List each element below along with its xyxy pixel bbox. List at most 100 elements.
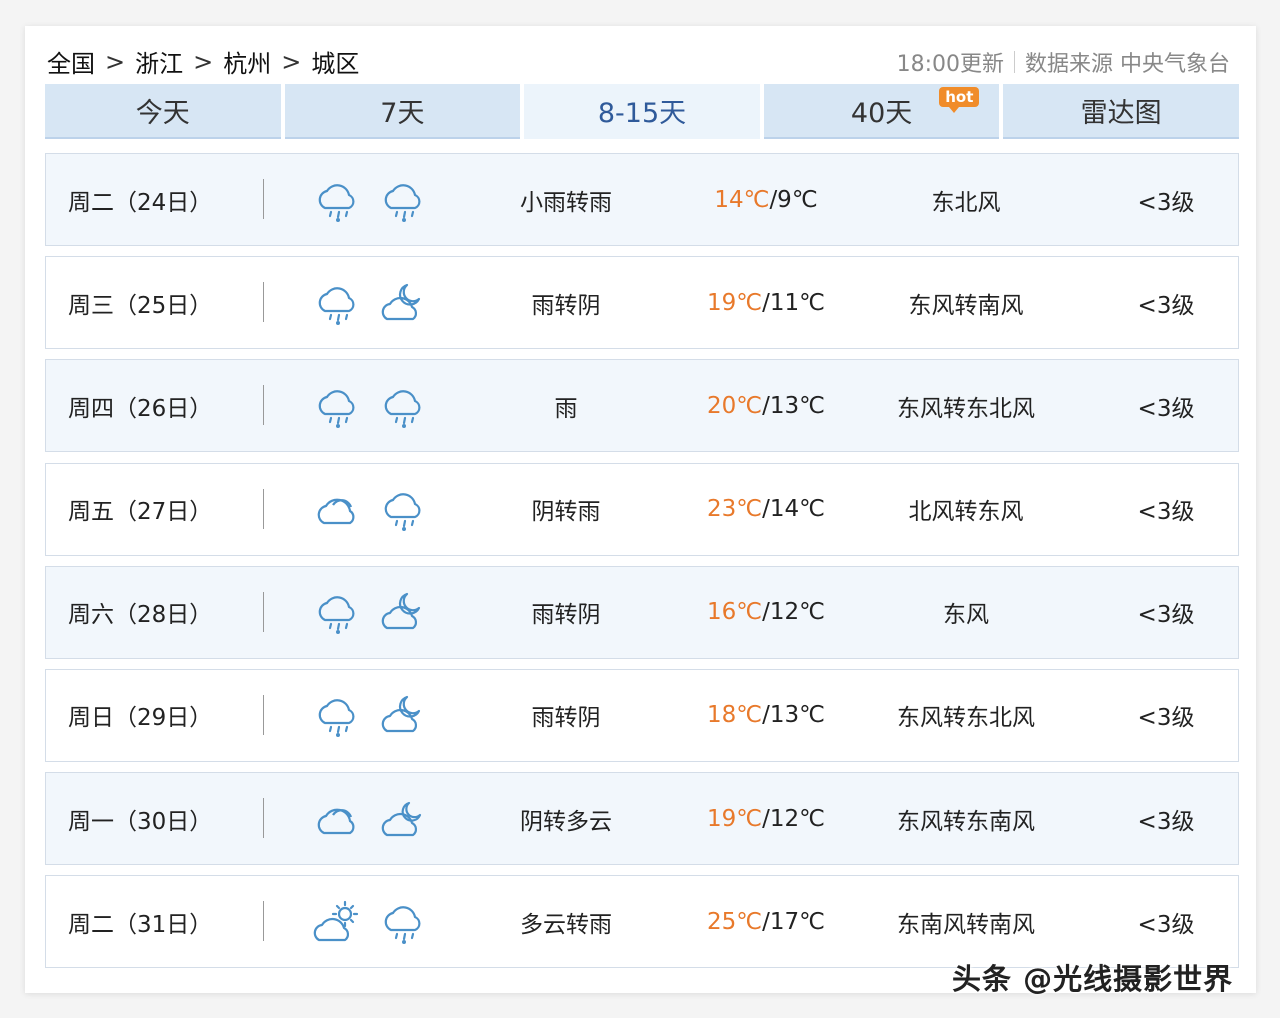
rain-icon [377,896,429,948]
weather-icons [311,773,441,864]
forecast-row: 周二（31日） 多云转雨 25℃/17℃ 东南风转南风 <3级 [45,875,1239,969]
temperature: 16℃/12℃ [666,567,866,658]
weather-icons [311,876,441,967]
rain-icon [377,380,429,432]
high-temp: 16℃ [707,599,763,626]
forecast-row: 周三（25日） 雨转阴 19℃/11℃ 东风转南风 <3级 [45,256,1239,350]
divider [263,798,264,839]
wind-direction: 东风转东南风 [897,808,1035,835]
low-temp: /17℃ [762,908,825,935]
rain-icon [377,483,429,535]
tab-label: 7天 [380,98,425,129]
weather-icons [311,360,441,451]
cloudy-night-icon [377,277,429,329]
day-label: 周日（29日） [68,705,213,732]
tab-40-days[interactable]: 40天 hot [763,84,1000,139]
breadcrumb-country[interactable]: 全国 [47,44,95,79]
weather-icons [311,670,441,761]
day-label: 周一（30日） [68,808,213,835]
day-label: 周二（24日） [68,189,213,216]
low-temp: /13℃ [762,392,825,419]
cloudy-night-icon [377,586,429,638]
partly-cloudy-day-icon [311,896,363,948]
divider [263,488,264,529]
temperature: 14℃/9℃ [666,154,866,245]
day-label: 周二（31日） [68,911,213,938]
day-label: 周六（28日） [68,602,213,629]
low-temp: /14℃ [762,496,825,523]
weather-icons [311,154,441,245]
forecast-list: 周二（24日） 小雨转雨 14℃/9℃ 东北风 <3级 周三（25日） 雨转阴 19℃/11℃… [45,153,1239,979]
temperature: 23℃/14℃ [666,464,866,555]
weather-desc: 阴转多云 [520,808,612,835]
watermark: 头条 @光线摄影世界 [952,962,1234,996]
wind-direction: 东北风 [931,189,1001,216]
wind-direction: 东风 [943,602,989,629]
forecast-tabs: 今天 7天 8-15天 40天 hot 雷达图 [45,84,1239,139]
forecast-row: 周五（27日） 阴转雨 23℃/14℃ 北风转东风 <3级 [45,462,1239,556]
weather-desc: 雨转阴 [531,292,601,319]
wind-direction: 东风转南风 [908,292,1024,319]
low-temp: /11℃ [762,289,825,316]
weather-icons [311,257,441,348]
high-temp: 19℃ [707,289,763,316]
data-source: 18:00更新 数据来源 中央气象台 [897,46,1230,78]
high-temp: 23℃ [707,496,763,523]
tab-8-15-days[interactable]: 8-15天 [524,84,760,139]
high-temp: 18℃ [707,702,763,729]
rain-icon [311,277,363,329]
wind-direction: 东风转东北风 [897,395,1035,422]
overcast-icon [311,483,363,535]
breadcrumb-city[interactable]: 杭州 [223,44,271,79]
forecast-row: 周二（24日） 小雨转雨 14℃/9℃ 东北风 <3级 [45,153,1239,246]
high-temp: 14℃ [714,186,770,213]
divider [263,282,264,323]
rain-icon [311,174,363,226]
breadcrumb: 全国 > 浙江 > 杭州 > 城区 [47,44,359,79]
divider [263,385,264,426]
high-temp: 25℃ [707,908,763,935]
high-temp: 19℃ [707,805,763,832]
tab-radar[interactable]: 雷达图 [1003,84,1239,139]
weather-desc: 雨转阴 [531,705,601,732]
cloudy-night-icon [377,689,429,741]
day-label: 周三（25日） [68,292,213,319]
forecast-row: 周一（30日） 阴转多云 19℃/12℃ 东风转东南风 <3级 [45,772,1239,866]
tab-today[interactable]: 今天 [45,84,281,139]
wind-direction: 东南风转南风 [897,911,1035,938]
tab-7-days[interactable]: 7天 [284,84,521,139]
source-label: 数据来源 中央气象台 [1025,52,1230,77]
day-label: 周五（27日） [68,499,213,526]
hot-badge: hot [939,87,980,113]
breadcrumb-separator: > [193,47,214,76]
rain-icon [377,174,429,226]
divider [263,694,264,735]
breadcrumb-district: 城区 [311,50,360,78]
divider [263,901,264,942]
weather-desc: 雨转阴 [531,602,601,629]
forecast-row: 周六（28日） 雨转阴 16℃/12℃ 东风 <3级 [45,565,1239,659]
update-time: 18:00更新 [896,52,1004,77]
weather-desc: 多云转雨 [520,911,612,938]
low-temp: /9℃ [769,186,818,213]
weather-icons [311,567,441,658]
weather-desc: 小雨转雨 [520,189,612,216]
divider [1014,51,1015,73]
wind-level: <3级 [1137,808,1195,835]
wind-level: <3级 [1137,911,1195,938]
divider [263,179,264,219]
low-temp: /12℃ [762,805,825,832]
temperature: 18℃/13℃ [666,670,866,761]
breadcrumb-separator: > [105,47,126,76]
low-temp: /12℃ [762,599,825,626]
wind-level: <3级 [1137,602,1195,629]
forecast-row: 周四（26日） 雨 20℃/13℃ 东风转东北风 <3级 [45,359,1239,453]
top-bar: 全国 > 浙江 > 杭州 > 城区 18:00更新 数据来源 中央气象台 [47,44,1230,79]
rain-icon [311,586,363,638]
wind-direction: 北风转东风 [908,499,1024,526]
wind-level: <3级 [1137,499,1195,526]
rain-icon [311,689,363,741]
breadcrumb-province[interactable]: 浙江 [135,44,183,79]
partly-cloudy-night-icon [377,793,429,845]
tab-label: 8-15天 [597,98,687,129]
